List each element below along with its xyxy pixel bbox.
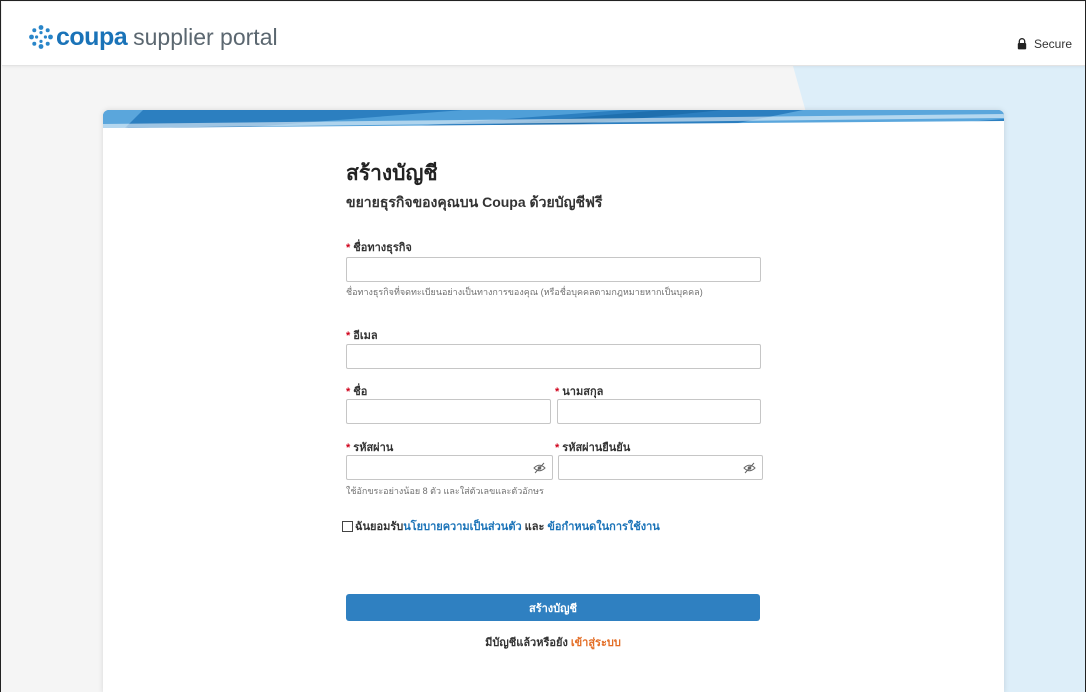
password-hint: ใช้อักขระอย่างน้อย 8 ตัว และใส่ตัวเลขและ… [346,486,544,496]
secure-label: Secure [1033,37,1072,51]
last-name-label: * นามสกุล [555,382,603,400]
lock-icon [1017,38,1027,50]
page: coupa supplier portal Secure สร้างบัญชี … [0,0,1086,692]
coupa-logo[interactable]: coupa supplier portal [28,22,278,51]
email-label: * อีเมล [346,326,378,344]
signin-prefix: มีบัญชีแล้วหรือยัง [485,637,568,649]
email-input[interactable] [346,344,761,369]
email-label-text: อีเมล [353,330,378,342]
card-banner [103,110,1004,130]
required-marker: * [555,386,560,398]
signup-card: สร้างบัญชี ขยายธุรกิจของคุณบน Coupa ด้วย… [103,110,1004,692]
privacy-policy-link[interactable]: นโยบายความเป็นส่วนตัว [403,517,521,535]
logo-brand-text: coupa [56,22,128,51]
required-marker: * [555,442,560,454]
last-name-input[interactable] [557,399,761,424]
top-header: coupa supplier portal Secure [2,2,1085,66]
last-name-label-text: นามสกุล [562,386,604,398]
confirm-password-label: * รหัสผ่านยืนยัน [555,438,630,456]
terms-of-use-link[interactable]: ข้อกำหนดในการใช้งาน [547,517,659,535]
required-marker: * [346,442,351,454]
signin-link[interactable]: เข้าสู่ระบบ [571,637,621,649]
terms-row: ฉันยอมรับ นโยบายความเป็นส่วนตัว และ ข้อก… [342,517,660,535]
page-subtitle: ขยายธุรกิจของคุณบน Coupa ด้วยบัญชีฟรี [346,194,603,210]
required-marker: * [346,242,351,254]
signin-row: มีบัญชีแล้วหรือยัง เข้าสู่ระบบ [346,633,760,651]
secure-indicator: Secure [1017,37,1072,51]
business-name-label-text: ชื่อทางธุรกิจ [353,242,412,254]
password-label-text: รหัสผ่าน [353,442,394,454]
coupa-star-icon [29,25,53,49]
business-name-input[interactable] [346,257,761,282]
eye-slash-icon[interactable] [743,462,756,474]
first-name-input[interactable] [346,399,551,424]
terms-checkbox[interactable] [342,520,353,532]
create-account-button[interactable]: สร้างบัญชี [346,594,760,621]
password-input[interactable] [346,455,553,480]
confirm-password-input[interactable] [558,455,763,480]
required-marker: * [346,330,351,342]
confirm-password-label-text: รหัสผ่านยืนยัน [562,442,631,454]
first-name-label: * ชื่อ [346,382,367,400]
eye-slash-icon[interactable] [533,462,546,474]
business-name-hint: ชื่อทางธุรกิจที่จดทะเบียนอย่างเป็นทางการ… [346,287,703,297]
required-marker: * [346,386,351,398]
logo-portal-text: supplier portal [133,23,278,50]
terms-prefix: ฉันยอมรับ [355,521,404,533]
first-name-label-text: ชื่อ [353,386,368,398]
business-name-label: * ชื่อทางธุรกิจ [346,238,412,256]
password-label: * รหัสผ่าน [346,438,393,456]
terms-and: และ [524,521,545,533]
page-title: สร้างบัญชี [346,162,438,185]
